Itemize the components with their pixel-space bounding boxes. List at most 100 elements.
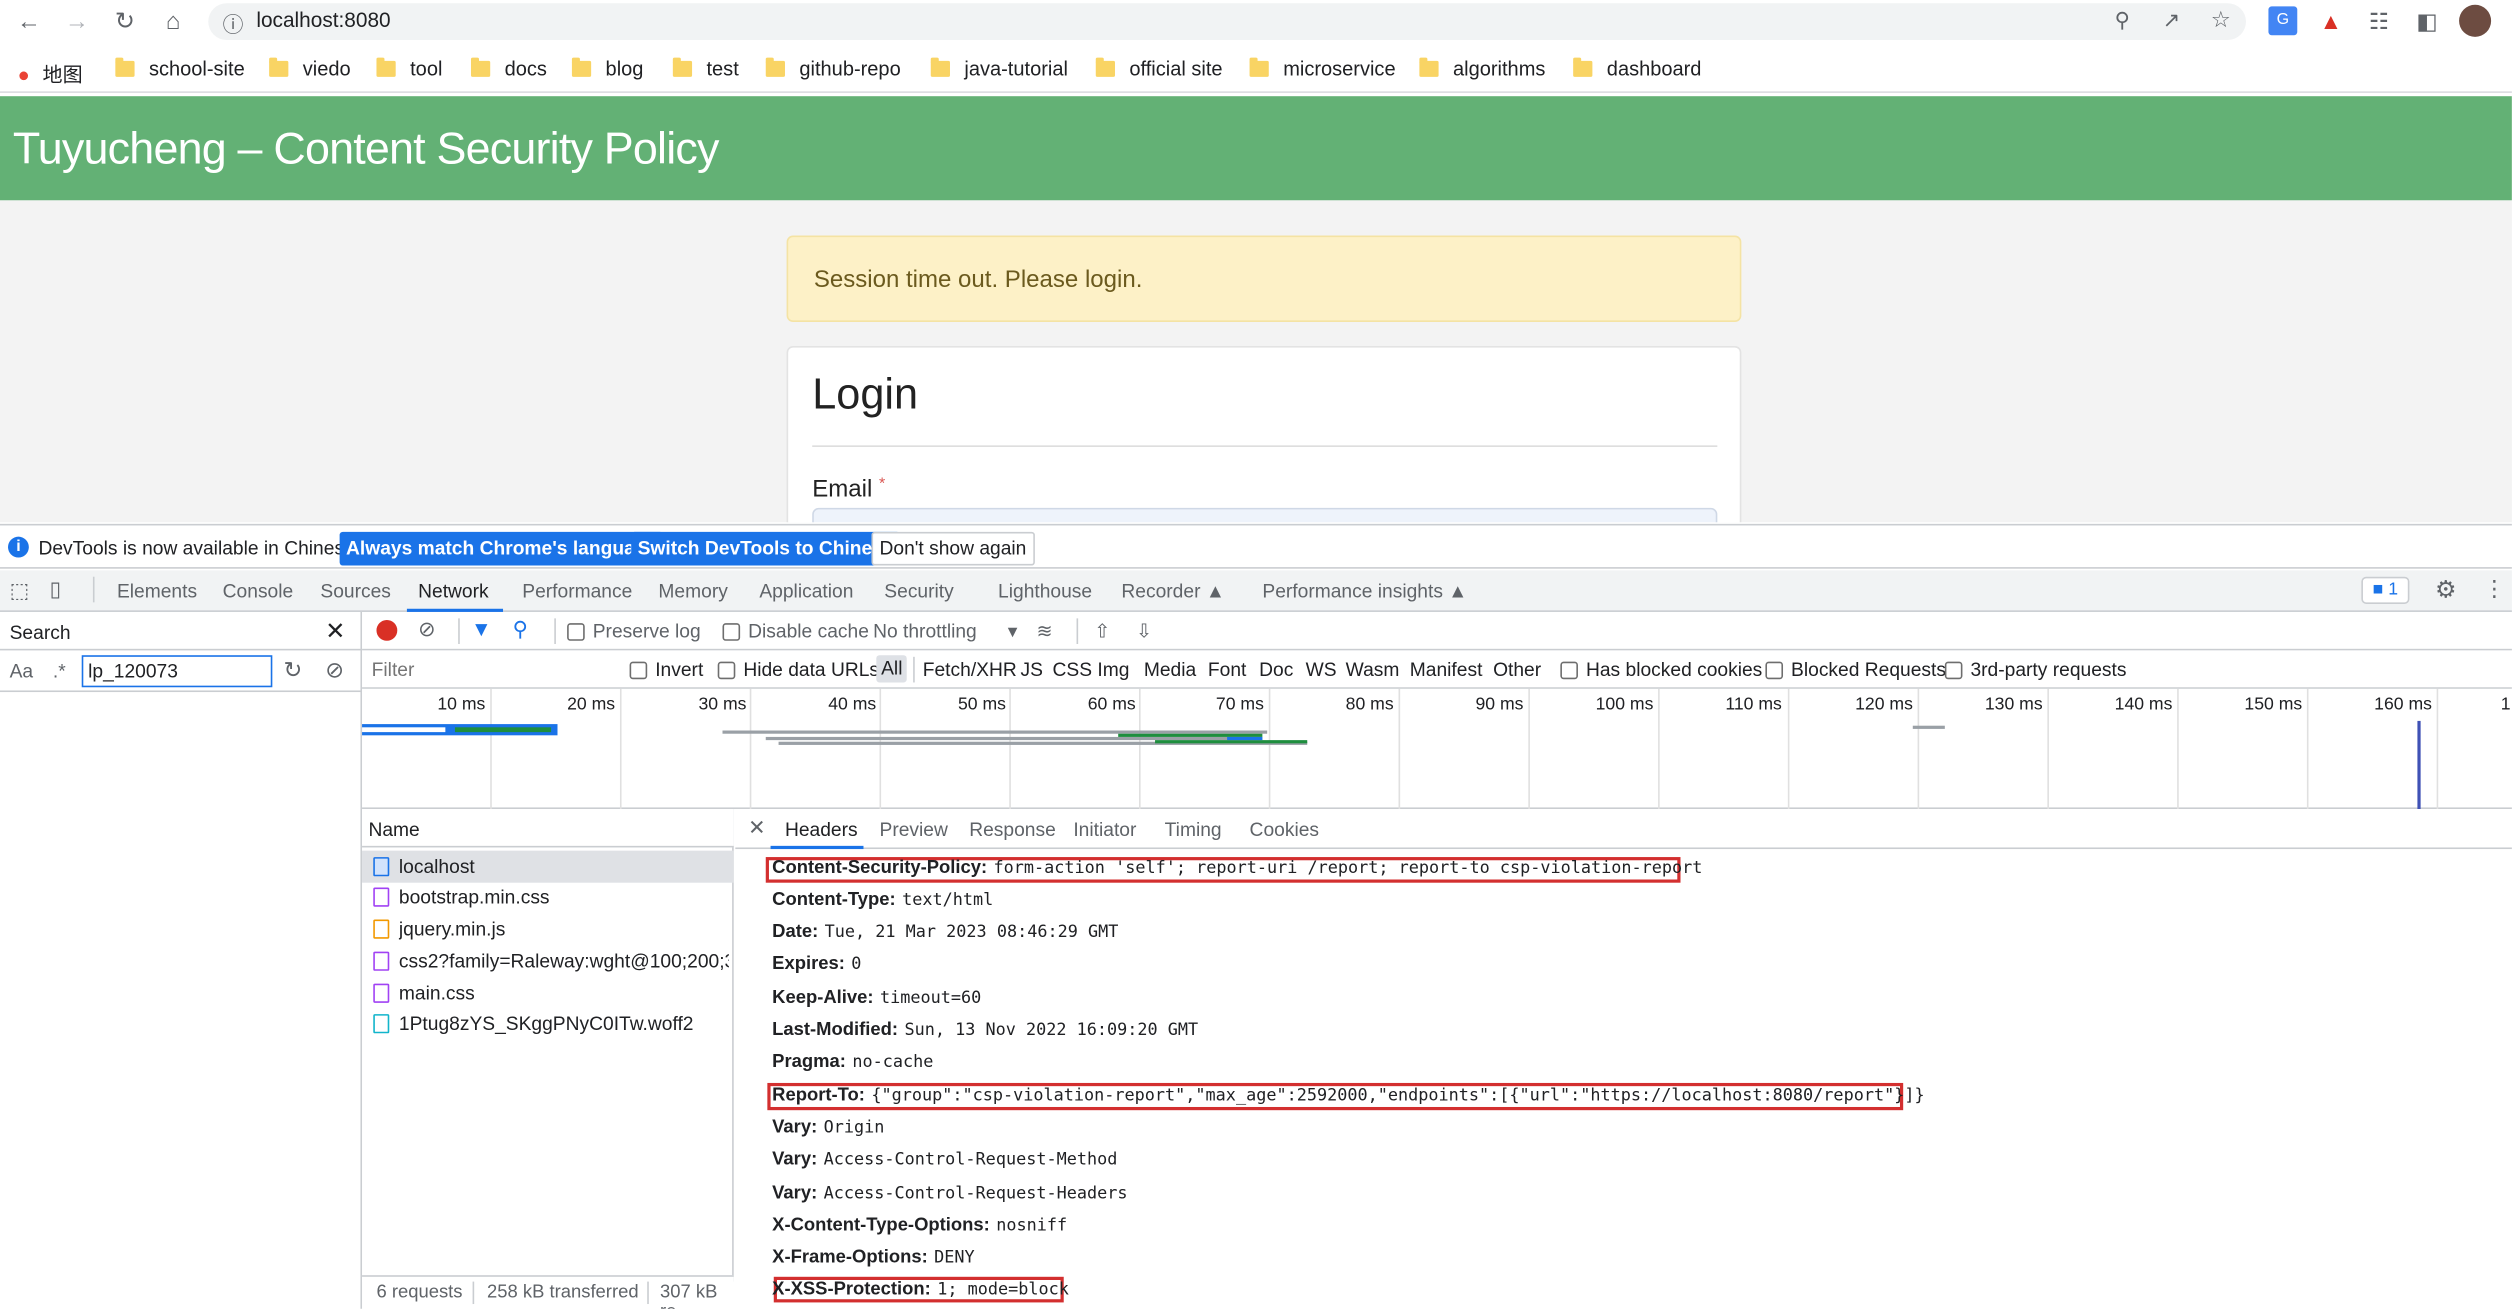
request-row[interactable]: jquery.min.js [362, 913, 734, 945]
clear-icon[interactable]: ⊘ [325, 657, 344, 684]
filter-manifest[interactable]: Manifest [1410, 658, 1483, 680]
bookmark-folder[interactable]: blog [571, 57, 643, 80]
more-options-icon[interactable]: ⋮ [2483, 575, 2505, 602]
tab-elements[interactable]: Elements [117, 580, 197, 602]
share-icon[interactable]: ↗ [2163, 8, 2180, 34]
gear-icon[interactable]: ⚙ [2435, 575, 2457, 604]
site-title[interactable]: Tuyucheng – Content Security Policy [13, 123, 720, 174]
filter-img[interactable]: Img [1097, 658, 1129, 680]
tab-sources[interactable]: Sources [320, 580, 391, 602]
close-icon[interactable]: ✕ [748, 815, 765, 841]
bookmark-folder[interactable]: dashboard [1573, 57, 1701, 80]
filter-font[interactable]: Font [1208, 658, 1246, 680]
network-overview-timeline[interactable]: 10 ms 20 ms 30 ms 40 ms 50 ms 60 ms 70 m… [362, 688, 2512, 810]
tab-headers[interactable]: Headers [785, 819, 858, 841]
has-blocked-cookies-checkbox[interactable]: Has blocked cookies [1560, 658, 1762, 681]
request-row-localhost[interactable]: localhost [362, 850, 734, 883]
issues-badge[interactable]: ■ 1 [2361, 576, 2410, 604]
network-conditions-icon[interactable]: ≋ [1036, 620, 1052, 642]
puzzle-icon[interactable]: ☷ [2365, 6, 2394, 35]
dont-show-again-button[interactable]: Don't show again [871, 531, 1035, 566]
reload-icon[interactable]: ↻ [109, 6, 141, 38]
tab-console[interactable]: Console [223, 580, 294, 602]
clear-icon[interactable]: ⊘ [418, 617, 435, 643]
header-name: Pragma: [772, 1052, 846, 1072]
bookmark-folder[interactable]: test [672, 57, 739, 80]
tab-cookies[interactable]: Cookies [1250, 819, 1319, 841]
forward-arrow-icon[interactable]: → [61, 6, 93, 38]
tab-preview[interactable]: Preview [879, 819, 947, 841]
filter-doc[interactable]: Doc [1259, 658, 1293, 680]
address-bar[interactable]: ⓘ localhost:8080 ⚲ ↗ ☆ [208, 3, 2247, 41]
search-icon[interactable]: ⚲ [513, 617, 528, 643]
record-icon[interactable] [376, 619, 398, 641]
name-column-header[interactable]: Name [362, 809, 734, 848]
blocked-requests-checkbox[interactable]: Blocked Requests [1765, 658, 1946, 681]
bookmark-maps[interactable]: ● 地图 [18, 58, 83, 88]
filter-ws[interactable]: WS [1306, 658, 1337, 680]
bookmark-folder[interactable]: school-site [115, 57, 245, 80]
bookmark-folder[interactable]: github-repo [765, 57, 901, 80]
refresh-icon[interactable]: ↻ [284, 657, 303, 684]
bookmark-folder[interactable]: docs [470, 57, 547, 80]
extension-icon[interactable]: ▲ [2316, 6, 2345, 35]
match-case-toggle[interactable]: Aa [10, 660, 34, 682]
tab-lighthouse[interactable]: Lighthouse [998, 580, 1092, 602]
key-icon[interactable]: ⚲ [2115, 8, 2130, 34]
filter-js[interactable]: JS [1020, 658, 1042, 680]
side-panel-icon[interactable]: ◧ [2413, 6, 2442, 35]
filter-media[interactable]: Media [1144, 658, 1196, 680]
tab-network[interactable]: Network [418, 580, 489, 602]
search-input[interactable] [81, 655, 273, 688]
invert-checkbox[interactable]: Invert [629, 658, 703, 681]
always-match-language-button[interactable]: Always match Chrome's language [339, 531, 664, 566]
request-row[interactable]: bootstrap.min.css [362, 881, 734, 913]
throttling-select[interactable]: No throttling ▾ [873, 620, 1017, 642]
inspect-element-icon[interactable]: ⬚ [10, 578, 30, 604]
bookmark-folder[interactable]: java-tutorial [930, 57, 1068, 80]
hide-data-urls-checkbox[interactable]: Hide data URLs [717, 658, 879, 681]
filter-fetch-xhr[interactable]: Fetch/XHR [923, 658, 1017, 680]
bookmark-folder[interactable]: algorithms [1419, 57, 1545, 80]
filter-wasm[interactable]: Wasm [1346, 658, 1400, 680]
tab-timing[interactable]: Timing [1165, 819, 1222, 841]
tab-security[interactable]: Security [884, 580, 953, 602]
bookmark-folder[interactable]: microservice [1249, 57, 1396, 80]
request-row[interactable]: 1Ptug8zYS_SKggPNyC0ITw.woff2 [362, 1008, 734, 1040]
load-event-marker [2417, 720, 2421, 810]
regex-toggle[interactable]: .* [53, 660, 66, 682]
device-toolbar-icon[interactable]: ▯ [50, 577, 61, 603]
tab-initiator[interactable]: Initiator [1073, 819, 1136, 841]
tab-performance[interactable]: Performance [522, 580, 632, 602]
filter-other[interactable]: Other [1493, 658, 1541, 680]
tab-response[interactable]: Response [969, 819, 1056, 841]
tab-application[interactable]: Application [759, 580, 853, 602]
response-header: X-Content-Type-Options: nosniff [772, 1216, 1067, 1235]
filter-css[interactable]: CSS [1053, 658, 1093, 680]
bookmark-folder[interactable]: tool [376, 57, 442, 80]
preserve-log-checkbox[interactable]: Preserve log [567, 620, 701, 642]
filter-icon[interactable]: ▼ [471, 617, 492, 641]
request-row[interactable]: css2?family=Raleway:wght@100;200;30... [362, 945, 734, 977]
close-icon[interactable]: ✕ [325, 617, 345, 645]
home-icon[interactable]: ⌂ [157, 6, 189, 38]
filter-all[interactable]: All [876, 655, 908, 683]
bookmark-folder[interactable]: official site [1095, 57, 1223, 80]
third-party-requests-checkbox[interactable]: 3rd-party requests [1944, 658, 2126, 681]
tab-memory[interactable]: Memory [658, 580, 727, 602]
switch-to-chinese-button[interactable]: Switch DevTools to Chinese [631, 531, 901, 566]
back-arrow-icon[interactable]: ← [13, 6, 45, 38]
request-row[interactable]: main.css [362, 977, 734, 1009]
avatar[interactable] [2459, 4, 2492, 37]
tab-recorder[interactable]: Recorder ▲ [1121, 580, 1224, 602]
import-har-icon[interactable]: ⇧ [1094, 620, 1110, 642]
filter-input[interactable] [366, 655, 612, 685]
tab-performance-insights[interactable]: Performance insights ▲ [1262, 580, 1467, 602]
export-har-icon[interactable]: ⇩ [1136, 620, 1152, 642]
translate-extension-icon[interactable]: G [2268, 6, 2298, 36]
site-info-icon[interactable]: ⓘ [223, 8, 244, 38]
bookmark-star-icon[interactable]: ☆ [2211, 6, 2231, 33]
disable-cache-checkbox[interactable]: Disable cache [722, 620, 869, 642]
email-field[interactable] [812, 507, 1718, 523]
bookmark-folder[interactable]: viedo [269, 57, 351, 80]
